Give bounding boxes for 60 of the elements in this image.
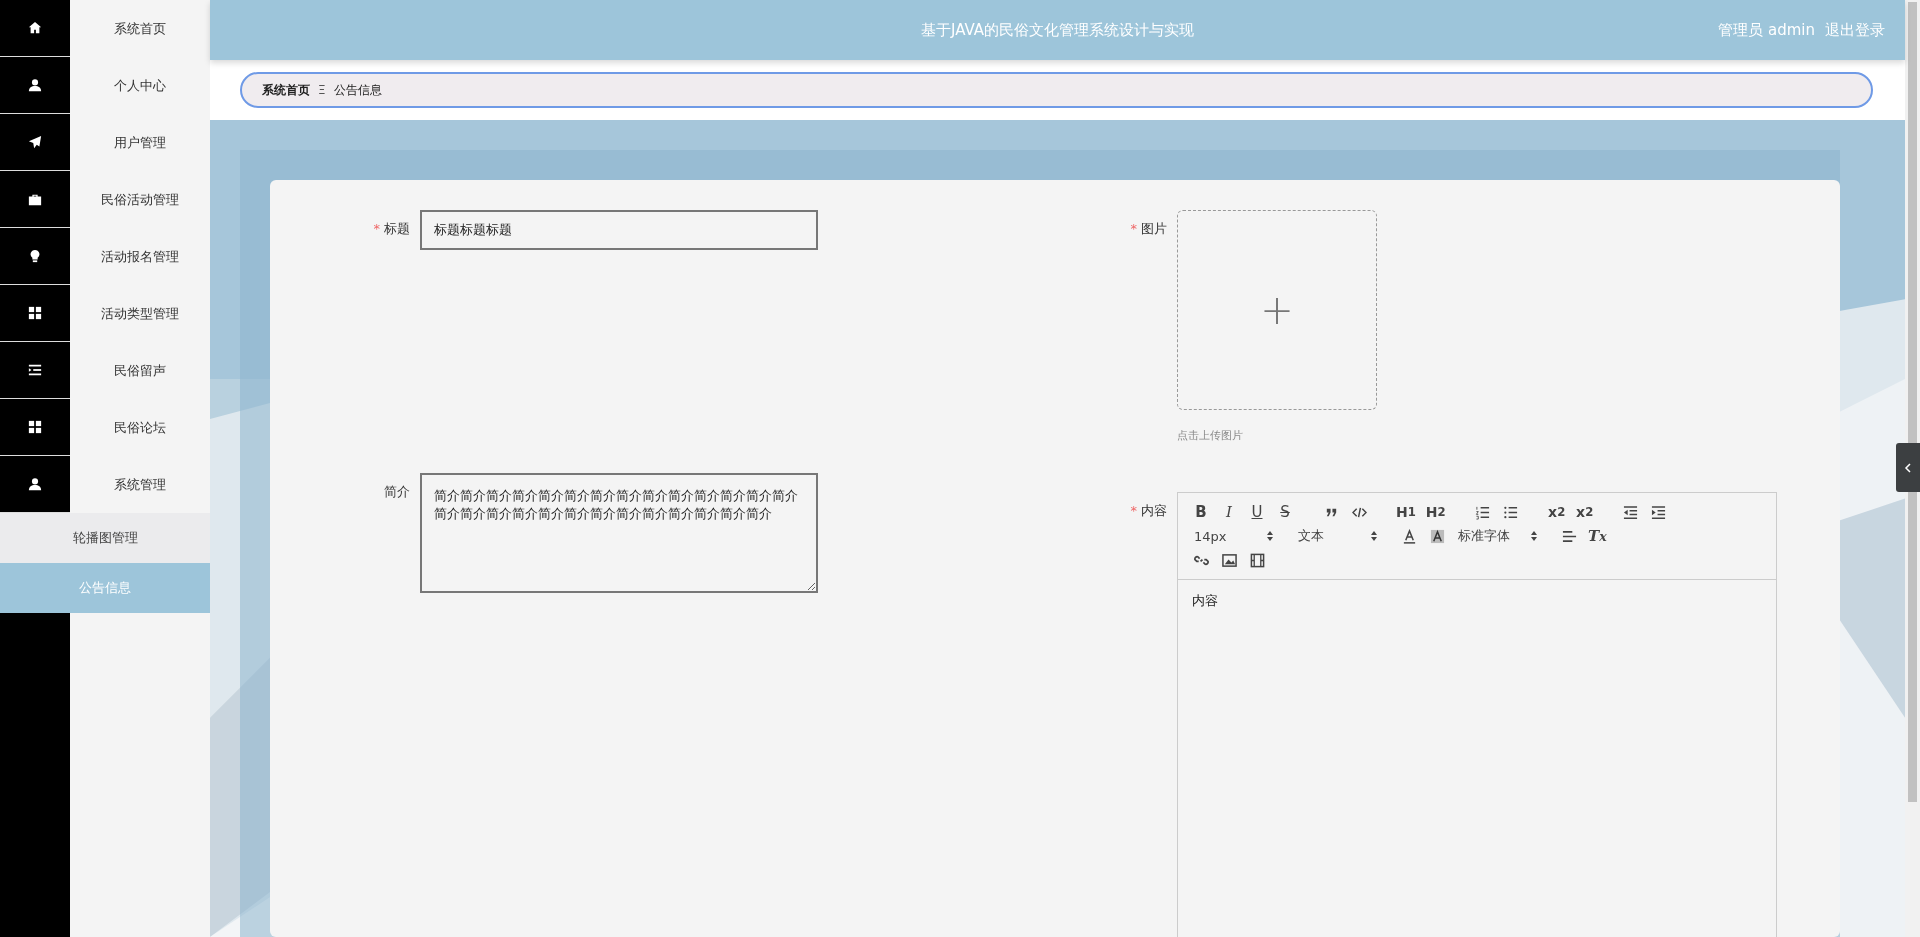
indent-icon (1651, 504, 1667, 520)
summary-textarea[interactable]: 简介简介简介简介简介简介简介简介简介简介简介简介简介简介简介简介简介简介简介简介简介简介简介简介简介简介简介 (420, 473, 818, 593)
field-label: 简介 (384, 484, 410, 499)
lightbulb-icon (28, 249, 42, 263)
bold-button[interactable]: B (1190, 501, 1212, 523)
home-icon (28, 21, 42, 35)
updown-caret-icon (1266, 530, 1274, 542)
system-title: 基于JAVA的民俗文化管理系统设计与实现 (921, 20, 1194, 40)
toolbar-dropdown[interactable]: 标准字体 (1454, 525, 1542, 547)
scrollbar[interactable] (1905, 0, 1920, 937)
align-left-icon (1561, 528, 1577, 544)
menu-icon-tile[interactable] (0, 399, 70, 456)
menu-icon-tile[interactable] (0, 0, 70, 57)
menu-icon-tile[interactable] (0, 285, 70, 342)
menu-icon-tile[interactable] (0, 114, 70, 171)
updown-caret-icon (1530, 530, 1538, 542)
grid-icon (28, 306, 42, 320)
briefcase-icon (28, 192, 42, 206)
menu-icon-tile[interactable] (0, 57, 70, 114)
toolbar-dropdown[interactable]: 文本 (1294, 525, 1382, 547)
content-editor[interactable]: 内容 (1178, 580, 1776, 622)
chevron-left-icon (1903, 462, 1913, 473)
numbered-list-icon (1475, 504, 1491, 520)
editor-text: 内容 (1192, 593, 1218, 608)
field-label: 图片 (1141, 221, 1167, 236)
field-label: 标题 (384, 221, 410, 236)
strikethrough-button[interactable]: S (1274, 501, 1296, 523)
plus-sign: + (1260, 290, 1294, 330)
sidebar-subitem[interactable]: 轮播图管理 (0, 513, 210, 563)
updown-caret-icon (1370, 530, 1378, 542)
menu-icon-tile[interactable] (0, 228, 70, 285)
field-label: 内容 (1141, 503, 1167, 518)
breadcrumb-item[interactable]: 系统首页 (262, 81, 310, 99)
required-mark: * (1130, 221, 1137, 236)
italic-button[interactable]: I (1218, 501, 1240, 523)
title-input[interactable]: 标题标题标题 (420, 210, 818, 250)
image-upload-box[interactable]: + (1177, 210, 1377, 410)
bullet-list-icon (1503, 504, 1519, 520)
menu-icon-tile[interactable] (0, 171, 70, 228)
film-icon (1249, 552, 1265, 568)
user-icon (28, 477, 42, 491)
collapse-tab[interactable] (1896, 443, 1920, 492)
list-indent-icon (28, 363, 42, 377)
grid-icon (28, 420, 42, 434)
admin-user-label: 管理员 admin (1718, 20, 1815, 40)
menu-icon-tile[interactable] (0, 342, 70, 399)
highlight-icon (1429, 528, 1445, 544)
image-icon (1221, 552, 1237, 568)
breadcrumb-item[interactable]: 公告信息 (333, 81, 382, 99)
underline-button[interactable]: U (1246, 501, 1268, 523)
required-mark: * (373, 221, 380, 236)
toolbar-dropdown[interactable]: 14px (1190, 525, 1278, 547)
user-icon (28, 78, 42, 92)
required-mark: * (1130, 503, 1137, 518)
paper-plane-icon (28, 135, 42, 149)
breadcrumb-separator: Ξ (318, 83, 326, 97)
text-color-icon (1401, 528, 1417, 544)
menu-icon-tile[interactable] (0, 456, 70, 513)
upload-hint: 点击上传图片 (1177, 428, 1244, 443)
outdent-icon (1623, 504, 1639, 520)
